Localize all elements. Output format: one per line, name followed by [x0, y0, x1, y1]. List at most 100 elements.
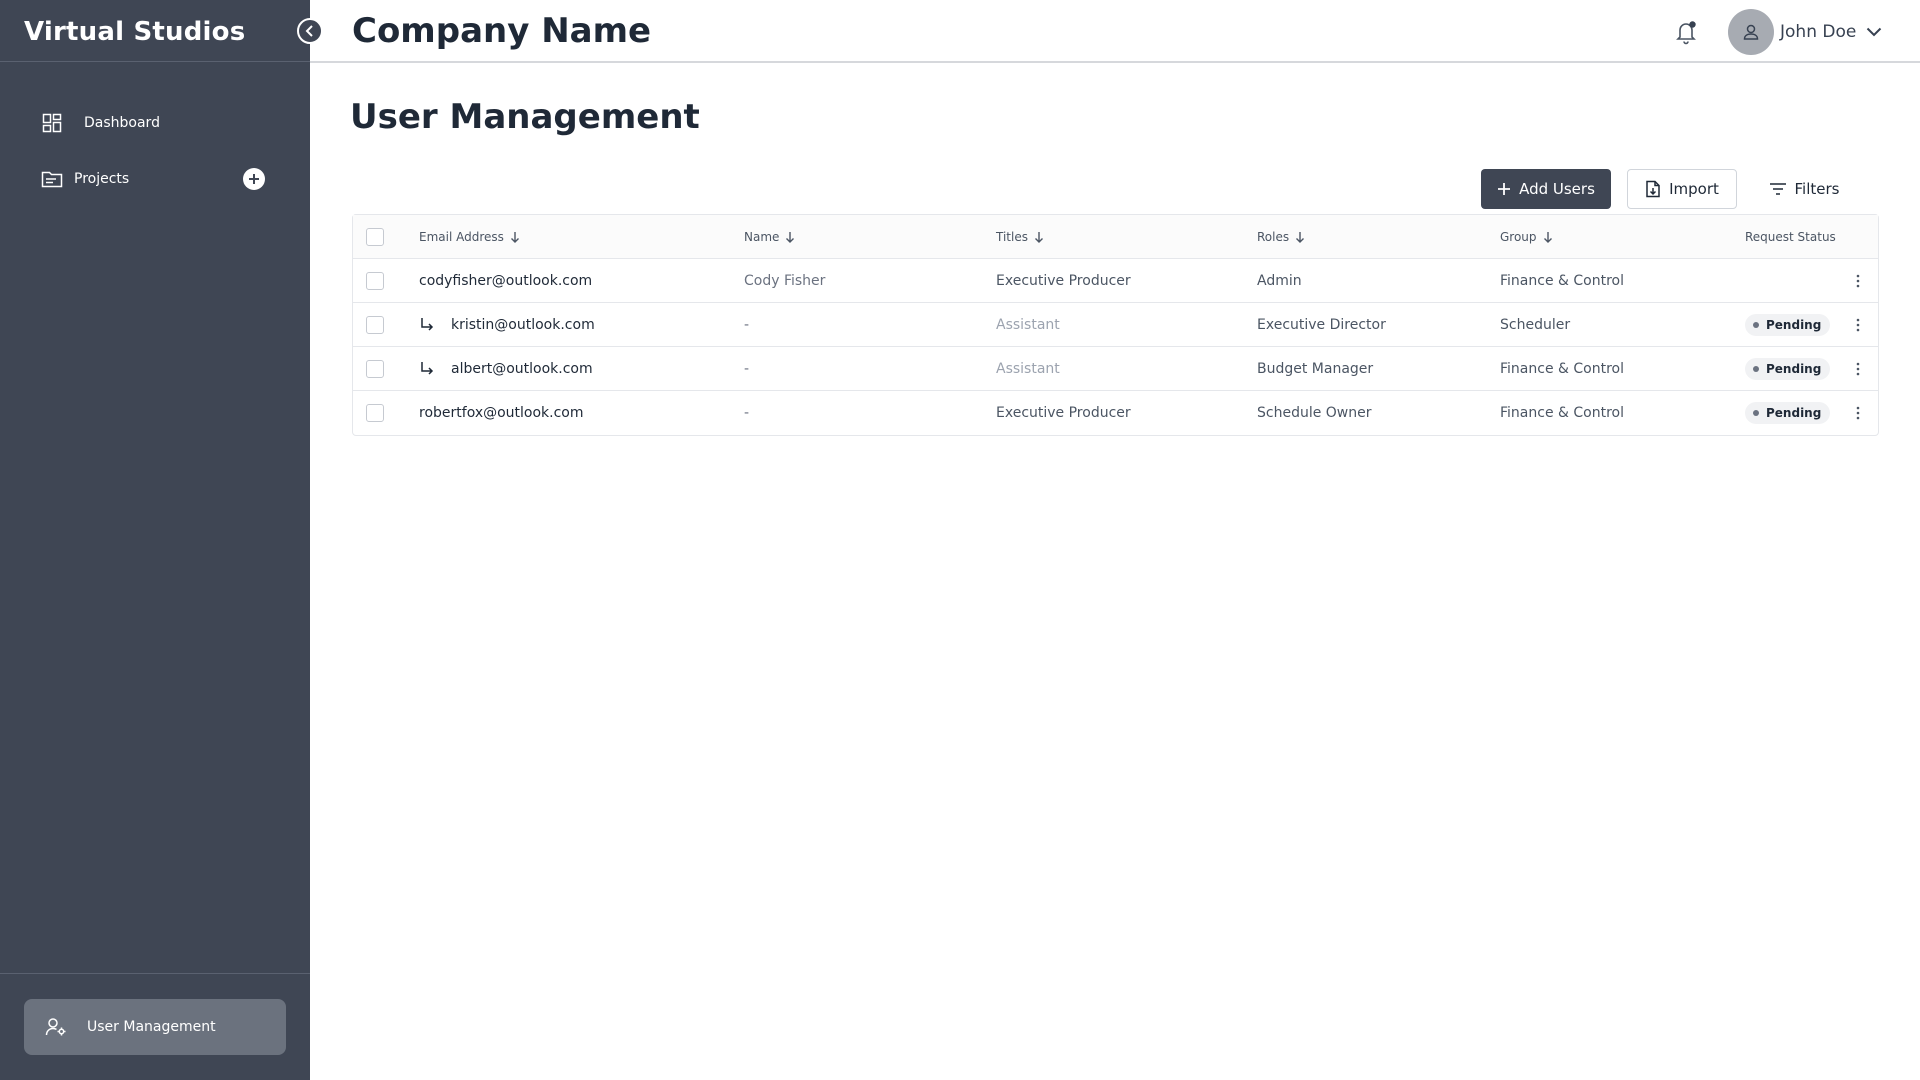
filter-lines-icon [1769, 182, 1787, 196]
sort-arrow-down-icon[interactable] [1543, 231, 1553, 243]
title-cell: Assistant [996, 317, 1060, 333]
plus-icon [1497, 182, 1511, 196]
sidebar-item-user-management[interactable]: User Management [24, 999, 286, 1055]
role-cell: Budget Manager [1257, 361, 1374, 377]
collapse-sidebar-button[interactable] [297, 18, 323, 44]
user-name: John Doe [1780, 22, 1857, 42]
table-row: robertfox@outlook.com - Executive Produc… [353, 391, 1878, 435]
import-button[interactable]: Import [1627, 169, 1737, 209]
column-header-label: Name [744, 230, 780, 244]
table-row: codyfisher@outlook.com Cody Fisher Execu… [353, 259, 1878, 303]
status-badge: Pending [1745, 402, 1831, 424]
table-header-row: Email Address Name Titles Roles Group Re… [353, 215, 1878, 259]
users-table: Email Address Name Titles Roles Group Re… [352, 214, 1879, 436]
column-header-titles[interactable]: Titles [996, 215, 1226, 259]
sidebar-item-label: Dashboard [84, 115, 160, 131]
sort-arrow-down-icon[interactable] [785, 231, 795, 243]
sub-item-arrow-icon [419, 317, 441, 333]
column-header-roles[interactable]: Roles [1257, 215, 1477, 259]
row-checkbox[interactable] [366, 404, 384, 422]
column-header-name[interactable]: Name [744, 215, 964, 259]
column-header-request-status: Request Status [1745, 215, 1865, 259]
add-users-button[interactable]: Add Users [1481, 169, 1611, 209]
group-cell: Finance & Control [1500, 361, 1624, 377]
add-project-button[interactable] [243, 168, 265, 190]
sidebar-item-projects[interactable]: Projects [40, 163, 270, 195]
top-header: Company Name John Doe [310, 0, 1920, 63]
column-header-label: Email Address [419, 230, 504, 244]
chevron-down-icon [1867, 27, 1882, 37]
avatar [1728, 9, 1774, 55]
file-import-icon [1645, 180, 1661, 198]
title-cell: Executive Producer [996, 273, 1131, 289]
select-all-checkbox[interactable] [366, 228, 384, 246]
add-users-label: Add Users [1519, 180, 1595, 198]
more-vertical-icon [1856, 274, 1860, 288]
row-actions-button[interactable] [1843, 259, 1873, 303]
row-actions-button[interactable] [1843, 303, 1873, 347]
user-settings-icon [44, 1015, 68, 1039]
status-label: Pending [1766, 318, 1822, 332]
status-badge: Pending [1745, 314, 1831, 336]
column-header-email[interactable]: Email Address [419, 215, 719, 259]
column-header-label: Roles [1257, 230, 1290, 244]
import-label: Import [1669, 180, 1719, 198]
sidebar-item-dashboard[interactable]: Dashboard [40, 107, 160, 139]
role-cell: Admin [1257, 273, 1302, 289]
status-badge: Pending [1745, 358, 1831, 380]
name-cell: - [744, 405, 750, 421]
row-checkbox[interactable] [366, 360, 384, 378]
sort-arrow-down-icon[interactable] [1034, 231, 1044, 243]
row-actions-button[interactable] [1843, 347, 1873, 391]
sort-arrow-down-icon[interactable] [510, 231, 520, 243]
sidebar-item-label: Projects [74, 171, 130, 187]
email-cell: robertfox@outlook.com [419, 405, 584, 421]
more-vertical-icon [1856, 362, 1860, 376]
column-header-label: Titles [996, 230, 1028, 244]
user-menu[interactable]: John Doe [1728, 9, 1882, 55]
title-cell: Executive Producer [996, 405, 1131, 421]
notifications-button[interactable] [1672, 18, 1700, 46]
status-dot [1753, 410, 1759, 416]
column-header-label: Group [1500, 230, 1537, 244]
role-cell: Executive Director [1257, 317, 1386, 333]
filters-button[interactable]: Filters [1754, 169, 1854, 209]
role-cell: Schedule Owner [1257, 405, 1372, 421]
user-icon [1743, 24, 1759, 40]
group-cell: Finance & Control [1500, 273, 1624, 289]
chevron-left-icon [305, 25, 313, 37]
email-cell: codyfisher@outlook.com [419, 273, 593, 289]
folder-icon [40, 167, 64, 191]
table-row: albert@outlook.com - Assistant Budget Ma… [353, 347, 1878, 391]
filters-label: Filters [1794, 180, 1840, 198]
table-row: kristin@outlook.com - Assistant Executiv… [353, 303, 1878, 347]
sidebar-divider [0, 61, 310, 62]
more-vertical-icon [1856, 318, 1860, 332]
row-checkbox[interactable] [366, 316, 384, 334]
status-label: Pending [1766, 406, 1822, 420]
name-cell: - [744, 317, 750, 333]
sub-item-arrow-icon [419, 361, 441, 377]
sidebar-item-label: User Management [87, 1019, 216, 1035]
email-cell: albert@outlook.com [451, 361, 593, 377]
sort-arrow-down-icon[interactable] [1295, 231, 1305, 243]
brand-logo: Virtual Studios [24, 17, 246, 47]
title-cell: Assistant [996, 361, 1060, 377]
sidebar: Virtual Studios Dashboard Projects User … [0, 0, 310, 1080]
row-actions-button[interactable] [1843, 391, 1873, 435]
column-header-label: Request Status [1745, 230, 1836, 244]
company-name: Company Name [352, 11, 652, 51]
more-vertical-icon [1856, 406, 1860, 420]
status-dot [1753, 322, 1759, 328]
bell-icon [1676, 21, 1696, 45]
group-cell: Finance & Control [1500, 405, 1624, 421]
email-cell: kristin@outlook.com [451, 317, 595, 333]
page-title: User Management [350, 97, 700, 137]
group-cell: Scheduler [1500, 317, 1571, 333]
row-checkbox[interactable] [366, 272, 384, 290]
select-all-cell [353, 215, 397, 259]
name-cell: Cody Fisher [744, 273, 826, 289]
status-dot [1753, 366, 1759, 372]
sidebar-divider [0, 973, 310, 974]
column-header-group[interactable]: Group [1500, 215, 1720, 259]
